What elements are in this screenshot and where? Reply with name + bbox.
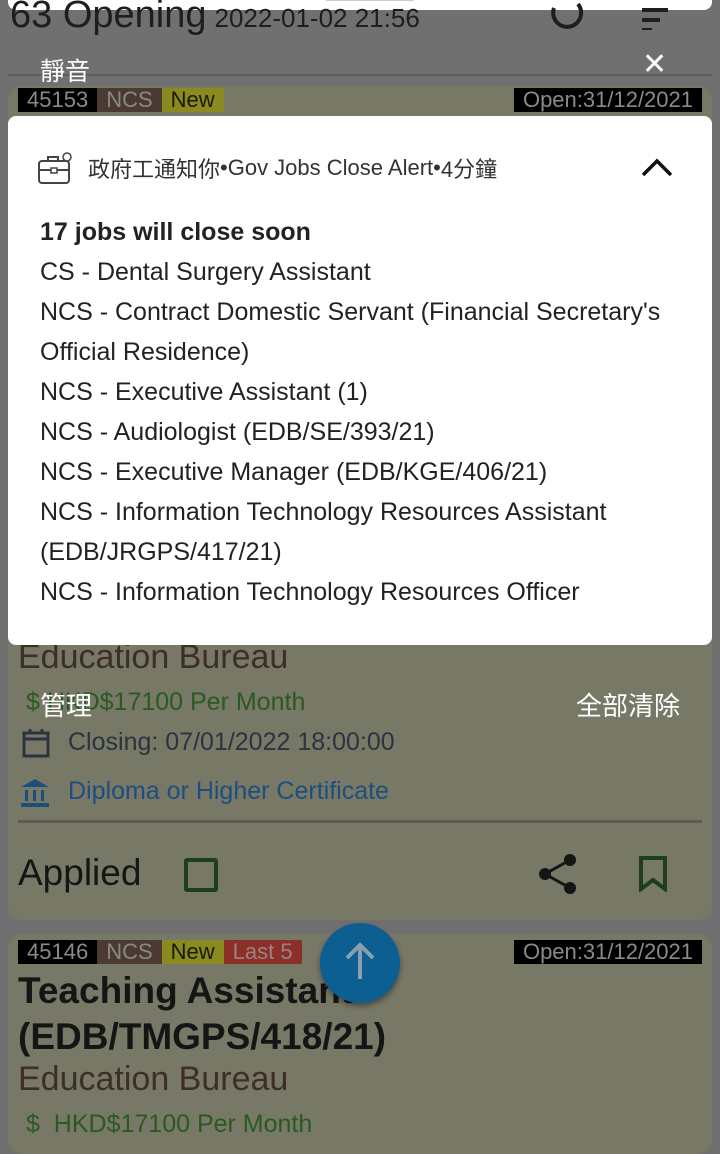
type-badge: NCS	[97, 88, 162, 112]
collapse-chevron-icon[interactable]	[640, 156, 674, 178]
job-id-badge: 45146	[18, 940, 98, 964]
refresh-icon[interactable]	[548, 0, 584, 32]
notification-body: 17 jobs will close soon CS - Dental Surg…	[40, 212, 690, 612]
organization: Education Bureau	[18, 1060, 289, 1098]
notification-card[interactable]: 政府工通知你 • Gov Jobs Close Alert • 4分鐘 17 j…	[8, 116, 712, 645]
header-divider	[8, 74, 712, 76]
app-name: 政府工通知你	[88, 157, 221, 182]
applied-checkbox[interactable]	[184, 858, 218, 892]
opening-count: 63 Opening	[10, 0, 207, 36]
silent-section-label: 靜音	[40, 58, 91, 86]
new-badge: New	[161, 940, 224, 964]
notification-line: NCS - Audiologist (EDB/SE/393/21)	[40, 418, 435, 446]
sort-icon[interactable]	[642, 4, 672, 30]
notification-line: NCS - Information Technology Resources O…	[40, 578, 580, 606]
notification-title: 17 jobs will close soon	[40, 218, 311, 246]
channel-name: Gov Jobs Close Alert	[227, 155, 434, 180]
job-id-badge: 45153	[18, 88, 98, 112]
last-days-badge: Last 5	[223, 940, 302, 964]
notification-time: 4分鐘	[440, 157, 498, 182]
clear-all-button[interactable]: 全部清除	[576, 686, 680, 723]
notification-line: NCS - Contract Domestic Servant (Financi…	[40, 298, 661, 366]
institution-icon	[21, 779, 49, 807]
card-divider	[18, 820, 702, 823]
share-icon[interactable]	[538, 853, 578, 895]
scroll-to-top-button[interactable]	[320, 923, 400, 1003]
open-date-badge: Open:31/12/2021	[513, 940, 702, 964]
notification-line: NCS - Executive Manager (EDB/KGE/406/21)	[40, 458, 548, 486]
bookmark-icon[interactable]	[638, 856, 670, 892]
notification-line: NCS - Executive Assistant (1)	[40, 378, 368, 406]
briefcase-icon	[38, 152, 72, 184]
notification-line: NCS - Information Technology Resources A…	[40, 498, 607, 566]
notification-line: CS - Dental Surgery Assistant	[40, 258, 371, 286]
type-badge: NCS	[97, 940, 162, 964]
applied-label: Applied	[18, 852, 142, 893]
salary: $ HKD$17100 Per Month	[26, 1110, 313, 1138]
closing-date: Closing: 07/01/2022 18:00:00	[68, 728, 395, 756]
dollar-icon: $	[26, 1110, 54, 1138]
calendar-icon	[22, 729, 50, 758]
open-date-badge: Open:31/12/2021	[513, 88, 702, 112]
page-title: 63 Opening 2022-01-02 21:56	[10, 0, 420, 37]
notification-header: 政府工通知你 • Gov Jobs Close Alert • 4分鐘	[38, 152, 497, 184]
arrow-up-icon	[345, 942, 375, 979]
qualification-link[interactable]: Diploma or Higher Certificate	[68, 777, 389, 806]
dismiss-section-button[interactable]: ✕	[642, 50, 667, 80]
timestamp: 2022-01-02 21:56	[214, 3, 420, 33]
new-badge: New	[161, 88, 224, 112]
manage-button[interactable]: 管理	[40, 686, 92, 723]
